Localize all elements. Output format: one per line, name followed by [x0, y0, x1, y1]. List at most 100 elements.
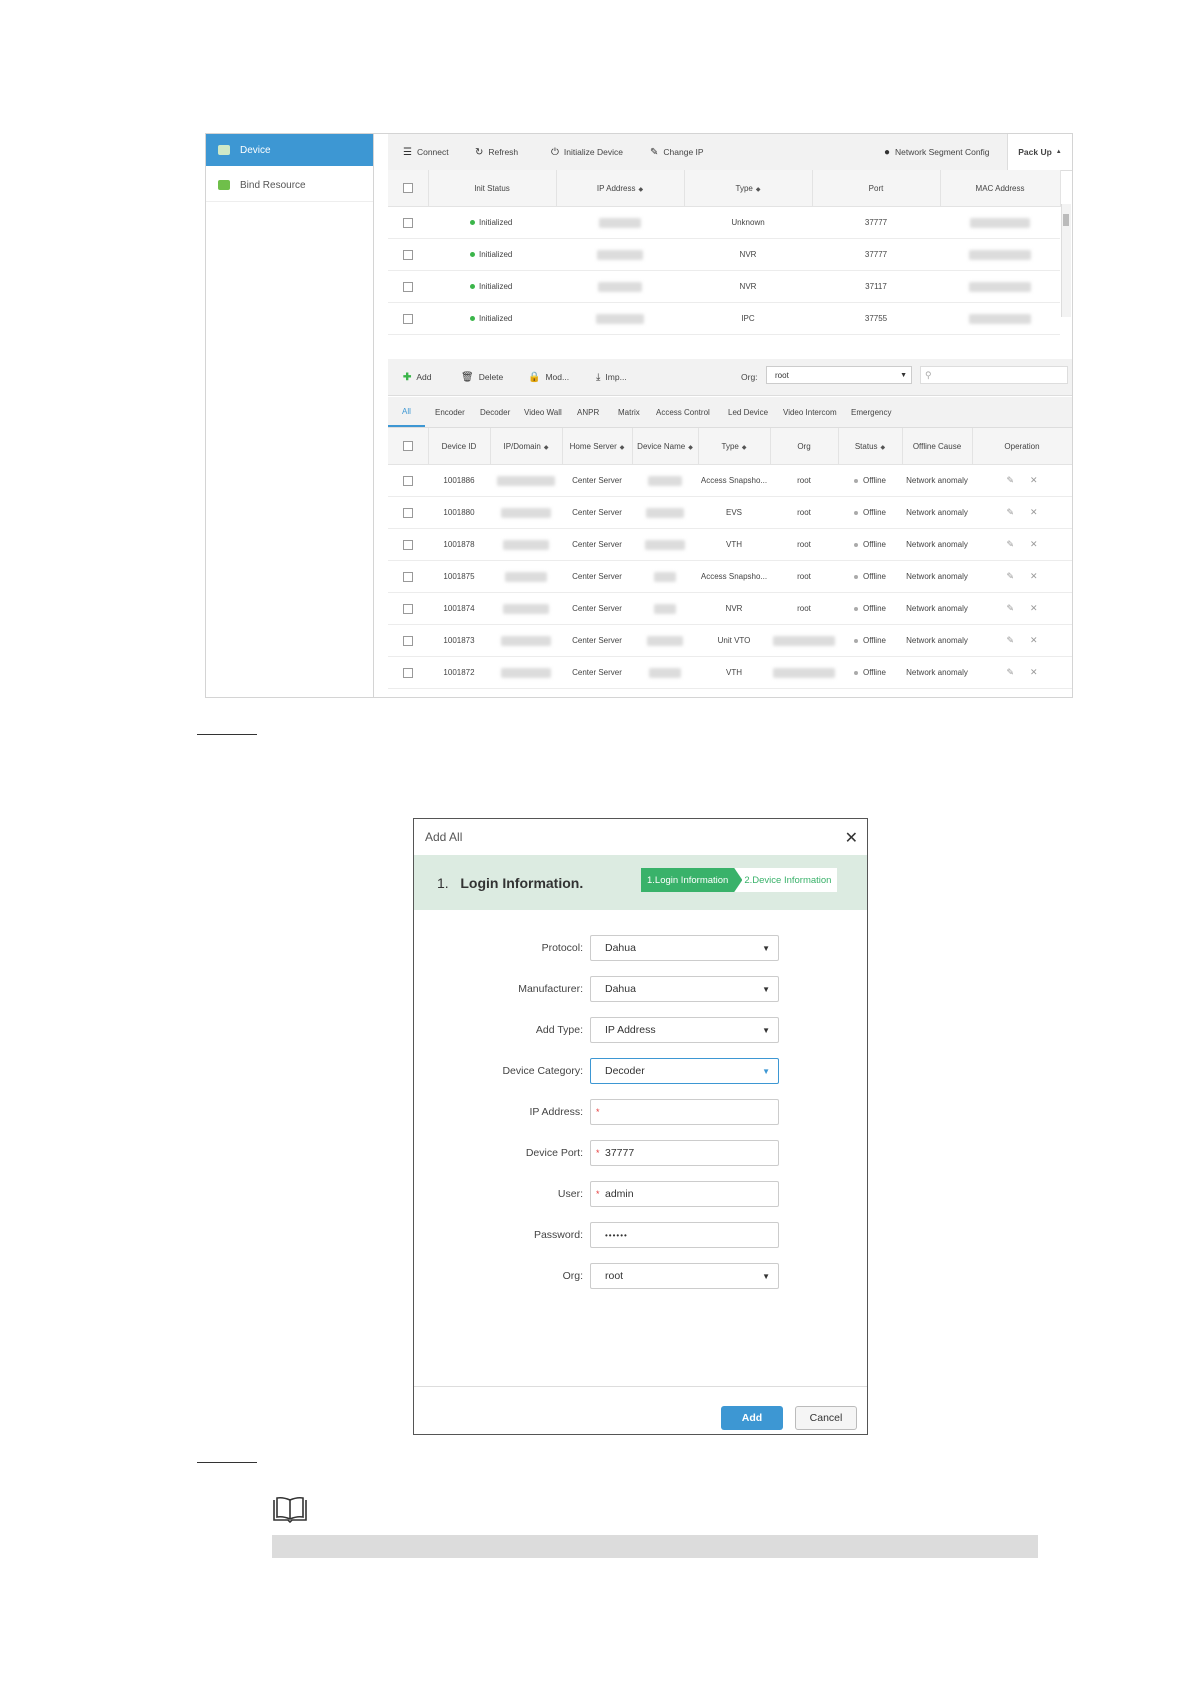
tab-emergency[interactable]: Emergency [851, 397, 891, 427]
row-checkbox[interactable] [403, 475, 413, 486]
search-input[interactable]: ⚲ [920, 366, 1068, 384]
edit-icon[interactable]: ✎ [1006, 635, 1014, 645]
column-header-ip[interactable]: IP Address ◆ [556, 170, 685, 207]
column-header-type[interactable]: Type ◆ [684, 170, 813, 207]
edit-icon[interactable]: ✎ [1006, 475, 1014, 485]
delete-icon[interactable]: ✕ [1030, 475, 1038, 485]
row-checkbox[interactable] [403, 539, 413, 550]
edit-icon[interactable]: ✎ [1006, 571, 1014, 581]
tab-video-intercom[interactable]: Video Intercom [783, 397, 837, 427]
delete-icon[interactable]: ✕ [1030, 571, 1038, 581]
import-device-button[interactable]: ⤓ Imp... [596, 359, 627, 395]
table-row[interactable]: Initialized NVR 37117 [388, 270, 1060, 303]
operation-cell: ✎ ✕ [972, 624, 1072, 657]
delete-icon[interactable]: ✕ [1030, 603, 1038, 613]
table-row[interactable]: 1001886 Center Server Access Snapsho... roo… [388, 464, 1072, 497]
close-icon[interactable]: ✕ [845, 828, 858, 848]
row-checkbox[interactable] [403, 635, 413, 646]
table-row[interactable]: 1001875 Center Server Access Snapsho... roo… [388, 560, 1072, 593]
column-header-type[interactable]: Type ◆ [698, 428, 771, 465]
tab-encoder[interactable]: Encoder [435, 397, 465, 427]
row-checkbox[interactable] [403, 249, 413, 260]
user-field[interactable]: * admin [590, 1181, 779, 1207]
table-row[interactable]: 1001880 Center Server EVS root Offline Networ… [388, 496, 1072, 529]
pack-up-button[interactable]: Pack Up ▲ [1007, 134, 1072, 170]
device-port-field[interactable]: * 37777 [590, 1140, 779, 1166]
network-segment-label: Network Segment Config [895, 147, 990, 157]
table-row[interactable]: 1001873 Center Server Unit VTO Offline Netwo… [388, 624, 1072, 657]
status-cell: Offline [838, 560, 902, 593]
sidebar-item-device[interactable]: Device [206, 134, 373, 166]
edit-icon[interactable]: ✎ [1006, 603, 1014, 613]
delete-icon[interactable]: ✕ [1030, 667, 1038, 677]
tab-anpr[interactable]: ANPR [577, 397, 599, 427]
change-ip-button[interactable]: ✎ Change IP [650, 134, 704, 170]
column-header-init-status[interactable]: Init Status [428, 170, 557, 207]
password-field[interactable]: •••••• [590, 1222, 779, 1248]
row-checkbox[interactable] [403, 281, 413, 292]
note-bar [272, 1535, 1038, 1558]
modify-device-button[interactable]: 🔒 Mod... [528, 359, 569, 395]
org-select[interactable]: root ▼ [766, 366, 912, 384]
operation-cell: ✎ ✕ [972, 464, 1072, 497]
edit-icon[interactable]: ✎ [1006, 539, 1014, 549]
delete-icon[interactable]: ✕ [1030, 635, 1038, 645]
add-device-button[interactable]: ✚ Add [403, 359, 432, 395]
row-checkbox[interactable] [403, 667, 413, 678]
row-checkbox[interactable] [403, 571, 413, 582]
protocol-select[interactable]: Dahua ▼ [590, 935, 779, 961]
delete-icon[interactable]: ✕ [1030, 507, 1038, 517]
ip-address-field[interactable]: * [590, 1099, 779, 1125]
refresh-button[interactable]: ↻ Refresh [475, 134, 518, 170]
initialize-device-button[interactable]: ⏻ Initialize Device [551, 134, 623, 170]
tab-access-control[interactable]: Access Control [656, 397, 710, 427]
add-button[interactable]: Add [721, 1406, 783, 1430]
tab-led-device[interactable]: Led Device [728, 397, 768, 427]
sidebar-item-bind-resource[interactable]: Bind Resource [206, 169, 373, 202]
network-segment-config-button[interactable]: ● Network Segment Config [884, 134, 990, 170]
table-row[interactable]: Initialized Unknown 37777 [388, 206, 1060, 239]
row-checkbox[interactable] [403, 313, 413, 324]
manufacturer-select[interactable]: Dahua ▼ [590, 976, 779, 1002]
ip-cell [490, 592, 562, 625]
column-header-home-server[interactable]: Home Server ◆ [562, 428, 633, 465]
type-cell: Unit VTO [698, 624, 770, 657]
column-header-org[interactable]: Org [770, 428, 839, 465]
column-header-offline-cause[interactable]: Offline Cause [902, 428, 973, 465]
table-row[interactable]: 1001878 Center Server VTH root Offline Networ… [388, 528, 1072, 561]
column-header-mac[interactable]: MAC Address [940, 170, 1061, 207]
status-cell: Offline [838, 496, 902, 529]
org-value: root [605, 1270, 624, 1282]
connect-button[interactable]: ☰ Connect [403, 134, 449, 170]
column-header-ip-domain[interactable]: IP/Domain ◆ [490, 428, 563, 465]
table-row[interactable]: 1001872 Center Server VTH Offline Network an… [388, 656, 1072, 689]
edit-icon[interactable]: ✎ [1006, 667, 1014, 677]
add-type-select[interactable]: IP Address ▼ [590, 1017, 779, 1043]
column-header-status[interactable]: Status ◆ [838, 428, 903, 465]
checkbox-cell [388, 656, 428, 689]
device-category-select[interactable]: Decoder ▼ [590, 1058, 779, 1084]
tab-all[interactable]: All [388, 397, 425, 427]
column-header-port[interactable]: Port [812, 170, 941, 207]
cancel-button[interactable]: Cancel [795, 1406, 857, 1430]
table-row[interactable]: Initialized IPC 37755 [388, 302, 1060, 335]
select-all-checkbox[interactable] [402, 183, 413, 193]
row-checkbox[interactable] [403, 217, 413, 228]
org-select[interactable]: root ▼ [590, 1263, 779, 1289]
table-row[interactable]: 1001874 Center Server NVR root Offline Networ… [388, 592, 1072, 625]
delete-device-button[interactable]: 🗑 Delete [461, 359, 503, 395]
table-row[interactable]: Initialized NVR 37777 [388, 238, 1060, 271]
row-checkbox[interactable] [403, 603, 413, 614]
tab-video-wall[interactable]: Video Wall [524, 397, 562, 427]
select-all-checkbox[interactable] [402, 441, 413, 451]
column-header-device-name[interactable]: Device Name ◆ [632, 428, 699, 465]
tab-decoder[interactable]: Decoder [480, 397, 510, 427]
edit-icon[interactable]: ✎ [1006, 507, 1014, 517]
row-checkbox[interactable] [403, 507, 413, 518]
scrollbar-thumb[interactable] [1063, 214, 1069, 226]
column-header-device-id[interactable]: Device ID [428, 428, 491, 465]
ip-redacted [497, 475, 555, 486]
delete-icon[interactable]: ✕ [1030, 539, 1038, 549]
init-table-scrollbar[interactable] [1061, 204, 1071, 317]
tab-matrix[interactable]: Matrix [618, 397, 640, 427]
